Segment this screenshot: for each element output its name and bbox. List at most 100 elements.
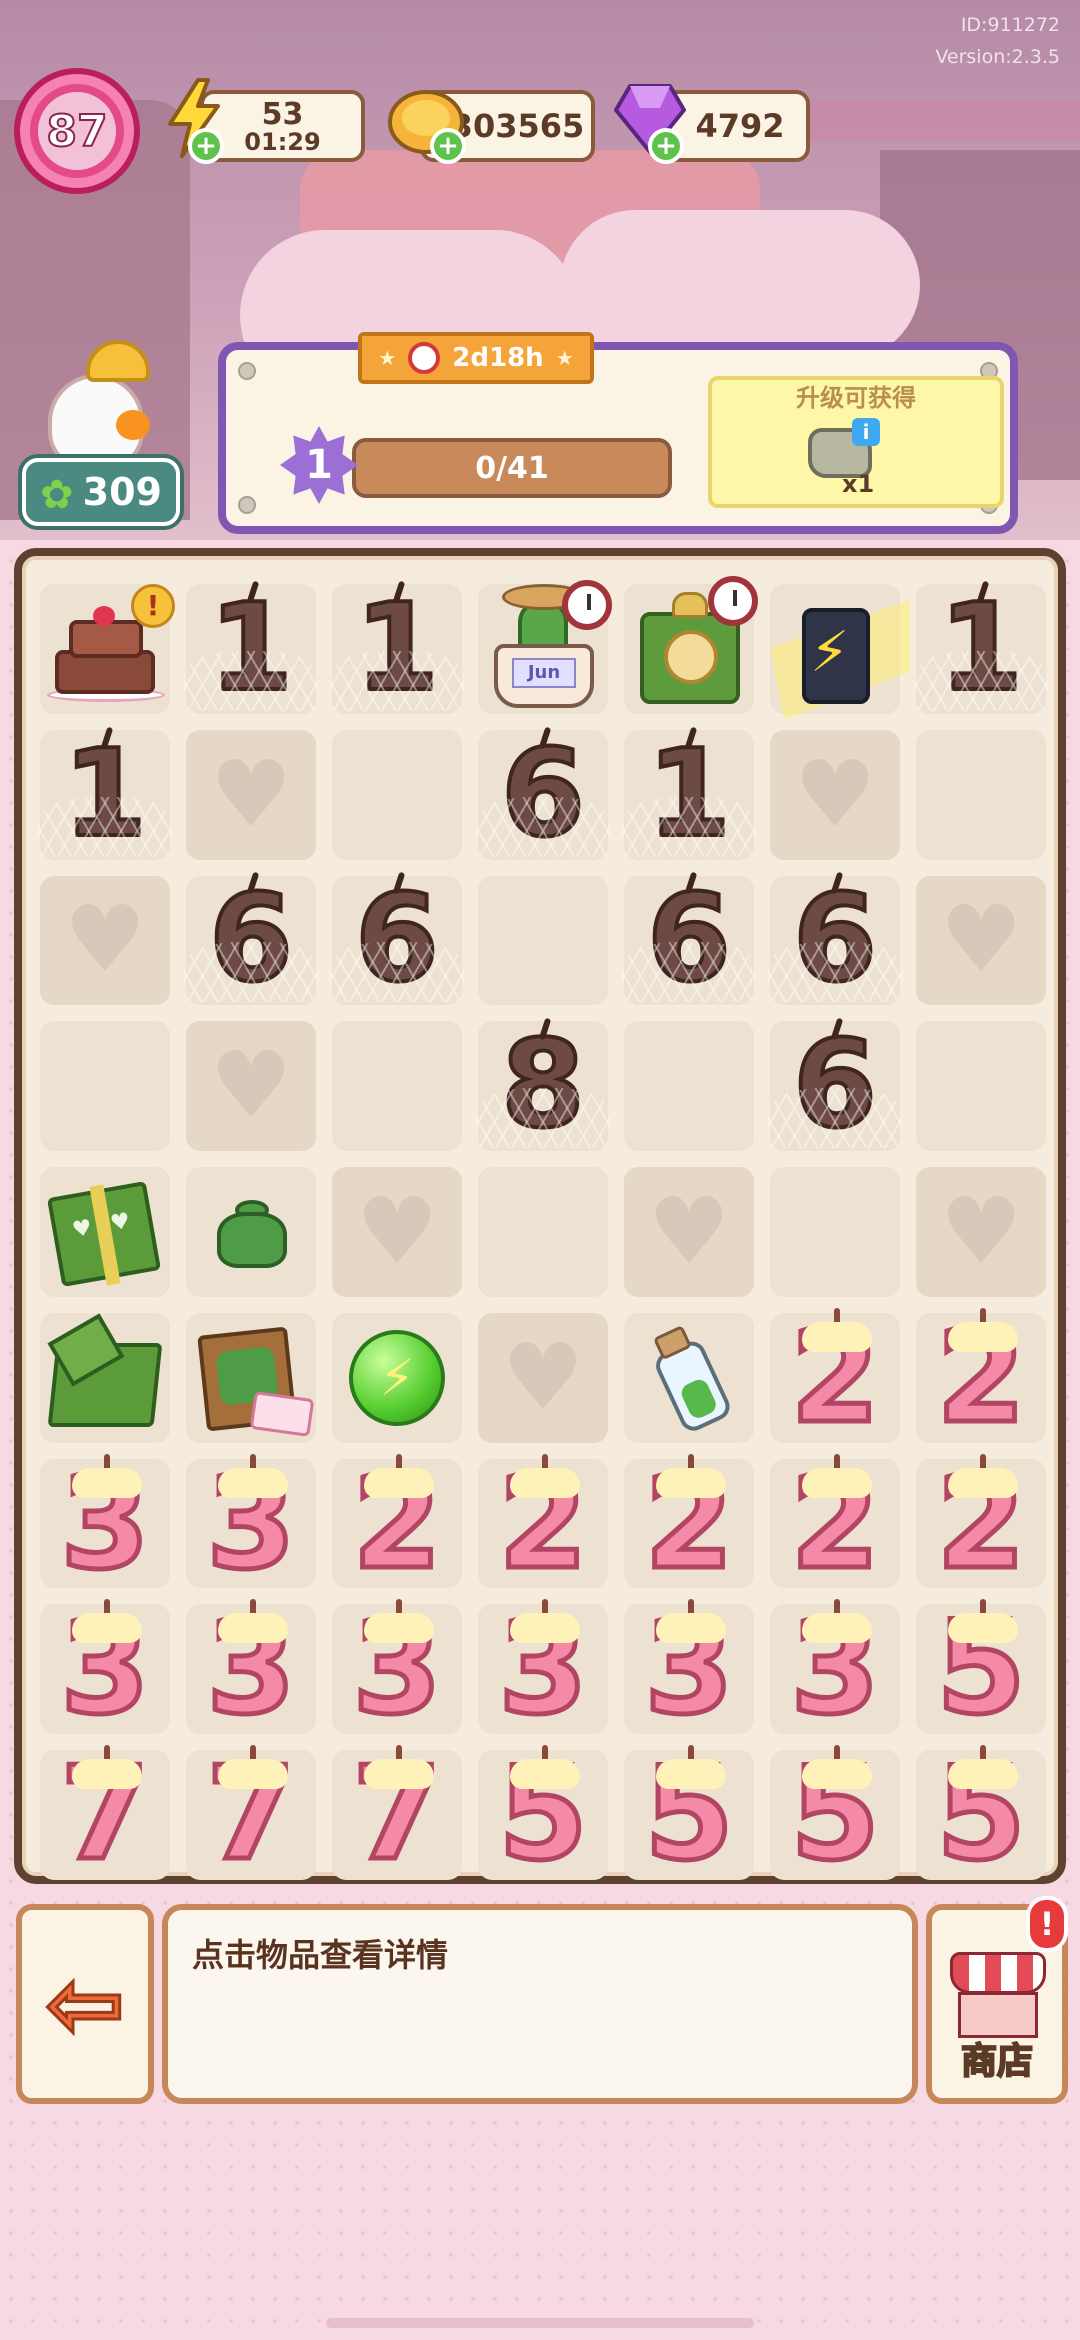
board-cell[interactable]: 6: [330, 872, 464, 1006]
board-cell[interactable]: 6: [476, 726, 610, 860]
board-cell[interactable]: 6: [768, 872, 902, 1006]
board-cell[interactable]: 3: [478, 1599, 608, 1735]
board-cell[interactable]: 3: [332, 1599, 462, 1735]
board-cell[interactable]: 5: [916, 1599, 1046, 1735]
cobweb-item[interactable]: 6: [476, 726, 610, 857]
board-cell[interactable]: [186, 1167, 316, 1297]
bottle-item[interactable]: [630, 1311, 749, 1445]
cobweb-item[interactable]: 6: [184, 872, 318, 1003]
cobweb-item[interactable]: 6: [768, 872, 902, 1003]
number-candle-item[interactable]: 5: [776, 1745, 894, 1881]
board-cell[interactable]: [186, 1312, 316, 1443]
board-cell[interactable]: 2: [916, 1307, 1046, 1444]
number-candle-item[interactable]: 2: [922, 1307, 1040, 1444]
number-candle-item[interactable]: 3: [630, 1599, 748, 1735]
home-indicator[interactable]: [326, 2318, 754, 2328]
board-cell[interactable]: ⚡: [770, 584, 910, 720]
board-cell[interactable]: 3: [186, 1599, 316, 1735]
board-cell[interactable]: 2: [478, 1453, 608, 1590]
number-candle-item[interactable]: 2: [484, 1453, 602, 1590]
board-cell[interactable]: ♥ ♥: [40, 1167, 170, 1297]
number-candle-item[interactable]: 5: [630, 1745, 748, 1881]
cake-item[interactable]: !: [41, 583, 175, 708]
board-cell[interactable]: [624, 575, 758, 714]
board-cell[interactable]: 5: [624, 1745, 754, 1881]
cobweb-item[interactable]: 1: [184, 580, 318, 711]
number-candle-item[interactable]: 2: [776, 1307, 894, 1444]
number-candle-item[interactable]: 2: [338, 1453, 456, 1590]
board-cell[interactable]: [624, 1311, 754, 1445]
board-cell[interactable]: 6: [184, 872, 318, 1006]
board-cell[interactable]: [40, 1312, 170, 1443]
player-level-badge[interactable]: 87: [14, 68, 140, 194]
number-candle-item[interactable]: 2: [922, 1453, 1040, 1590]
cobweb-item[interactable]: 1: [330, 580, 464, 711]
number-candle-item[interactable]: 3: [192, 1453, 310, 1590]
builder-duck-avatar[interactable]: [34, 340, 154, 470]
board-cell[interactable]: 1: [184, 580, 318, 714]
cobweb-item[interactable]: 6: [622, 872, 756, 1003]
open-gift-item[interactable]: [46, 1313, 164, 1437]
board-cell[interactable]: 5: [478, 1745, 608, 1881]
board-cell[interactable]: 3: [770, 1599, 900, 1735]
board-cell[interactable]: 2: [770, 1307, 900, 1444]
number-candle-item[interactable]: 5: [484, 1745, 602, 1881]
number-candle-item[interactable]: 2: [630, 1453, 748, 1590]
sack-item[interactable]: [211, 1192, 291, 1272]
board-cell[interactable]: 1: [622, 726, 756, 860]
board-cell[interactable]: 6: [622, 872, 756, 1006]
cobweb-item[interactable]: 6: [768, 1017, 902, 1149]
board-cell[interactable]: 2: [916, 1453, 1046, 1590]
board-cell[interactable]: 7: [332, 1745, 462, 1881]
stars-counter[interactable]: ✿ 309: [22, 458, 180, 526]
cobweb-item[interactable]: 6: [330, 872, 464, 1003]
shop-button[interactable]: 商店 !: [926, 1896, 1068, 2104]
board-cell[interactable]: 3: [624, 1599, 754, 1735]
board-cell[interactable]: 3: [186, 1453, 316, 1590]
crate-item[interactable]: [192, 1319, 315, 1437]
number-candle-item[interactable]: 7: [338, 1745, 456, 1881]
number-candle-item[interactable]: 5: [922, 1745, 1040, 1881]
energy-battery-item[interactable]: ⚡: [770, 590, 910, 720]
exit-button[interactable]: ⇦: [16, 1904, 154, 2104]
level-reward-box[interactable]: 升级可获得 i x1: [708, 376, 1004, 508]
level-quest-panel[interactable]: ★ 2d18h ★ 0/41 1 升级可获得 i x1: [218, 332, 1018, 534]
board-cell[interactable]: !: [40, 583, 175, 714]
number-candle-item[interactable]: 2: [776, 1453, 894, 1590]
number-candle-item[interactable]: 7: [192, 1745, 310, 1881]
board-cell[interactable]: 5: [916, 1745, 1046, 1881]
board-cell[interactable]: 3: [40, 1599, 170, 1735]
cactus-pot-item[interactable]: Jun: [488, 579, 612, 708]
cobweb-item[interactable]: 1: [914, 580, 1048, 711]
number-candle-item[interactable]: 3: [484, 1599, 602, 1735]
number-candle-item[interactable]: 3: [338, 1599, 456, 1735]
add-gems-button[interactable]: +: [648, 128, 684, 164]
board-cell[interactable]: Jun: [478, 579, 612, 714]
gift-box-item[interactable]: ♥ ♥: [46, 1173, 164, 1291]
number-candle-item[interactable]: 3: [46, 1453, 164, 1590]
energy-orb-item[interactable]: ⚡: [349, 1329, 445, 1426]
number-candle-item[interactable]: 5: [922, 1599, 1040, 1735]
number-candle-item[interactable]: 3: [776, 1599, 894, 1735]
board-cell[interactable]: 1: [914, 580, 1048, 714]
board-cell[interactable]: 1: [330, 580, 464, 714]
board-cell[interactable]: 1: [38, 726, 172, 860]
number-candle-item[interactable]: 7: [46, 1745, 164, 1881]
board-cell[interactable]: ⚡: [332, 1312, 462, 1443]
number-candle-item[interactable]: 3: [192, 1599, 310, 1735]
cobweb-item[interactable]: 1: [38, 726, 172, 857]
add-coins-button[interactable]: +: [430, 128, 466, 164]
board-cell[interactable]: 7: [186, 1745, 316, 1881]
board-cell[interactable]: 2: [770, 1453, 900, 1590]
board-cell[interactable]: 8: [476, 1017, 610, 1152]
board-cell[interactable]: 5: [770, 1745, 900, 1881]
board-cell[interactable]: 3: [40, 1453, 170, 1590]
info-icon[interactable]: i: [852, 418, 880, 446]
cobweb-item[interactable]: 1: [622, 726, 756, 857]
board-cell[interactable]: 7: [40, 1745, 170, 1881]
board-cell[interactable]: 2: [624, 1453, 754, 1590]
add-energy-button[interactable]: +: [188, 128, 224, 164]
clock-item[interactable]: [634, 575, 758, 708]
board-cell[interactable]: 2: [332, 1453, 462, 1590]
number-candle-item[interactable]: 3: [46, 1599, 164, 1735]
